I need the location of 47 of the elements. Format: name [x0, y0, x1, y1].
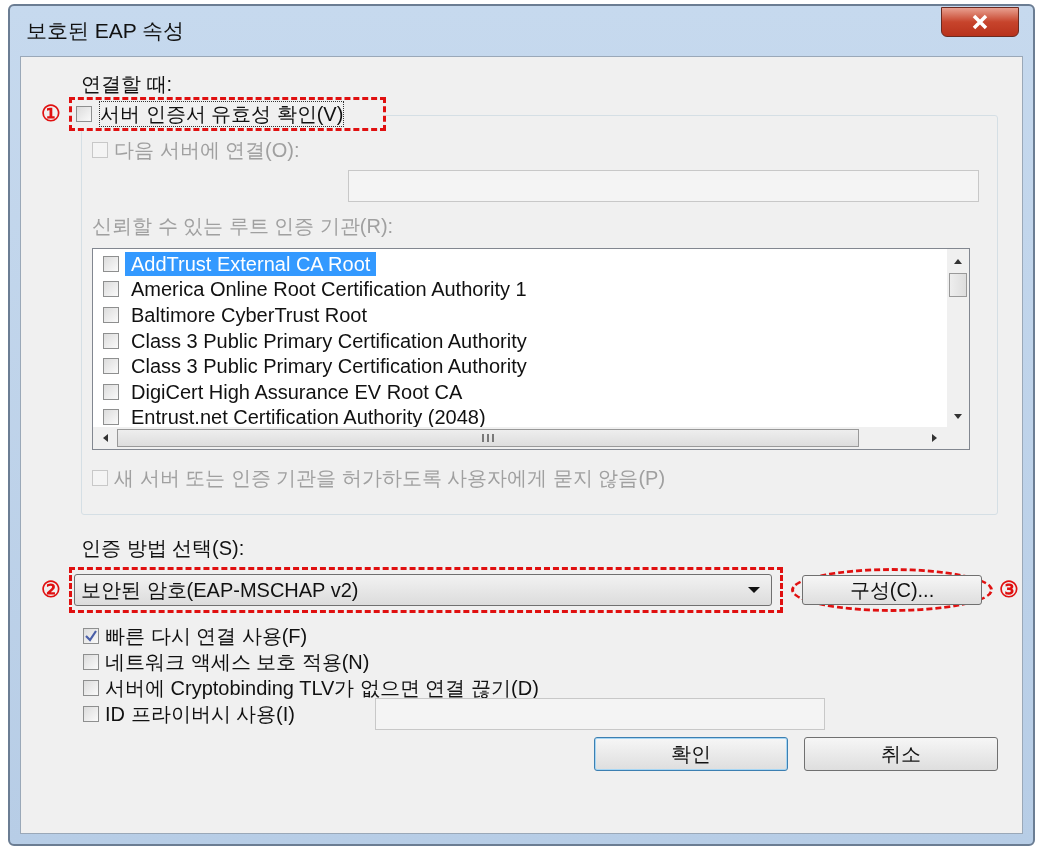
annotation-number: ① — [41, 101, 62, 127]
checkbox[interactable] — [103, 281, 119, 298]
list-item[interactable]: America Online Root Certification Authority 1 — [125, 277, 533, 302]
checkbox[interactable] — [83, 654, 99, 670]
list-item[interactable]: Class 3 Public Primary Certification Authority — [125, 354, 533, 379]
ok-button[interactable]: 확인 — [594, 737, 788, 771]
scroll-up-icon[interactable] — [952, 257, 964, 265]
horizontal-scrollbar[interactable] — [93, 427, 969, 449]
configure-button[interactable]: 구성(C)... — [802, 575, 982, 605]
server-name-field[interactable] — [348, 170, 979, 202]
auth-method-dropdown[interactable]: 보안된 암호(EAP-MSCHAP v2) — [74, 574, 772, 606]
checkbox[interactable] — [103, 409, 119, 426]
scrollbar-thumb[interactable] — [117, 429, 859, 447]
checkbox[interactable] — [103, 255, 119, 272]
checkbox-label[interactable]: 빠른 다시 연결 사용(F) — [105, 624, 308, 648]
grip-icon[interactable] — [480, 433, 496, 443]
checkbox[interactable] — [103, 332, 119, 349]
checkbox[interactable] — [76, 106, 92, 122]
annotation-number: ② — [41, 577, 62, 603]
scroll-down-icon[interactable] — [952, 413, 964, 421]
checkbox[interactable] — [83, 628, 99, 644]
close-button[interactable] — [941, 7, 1019, 37]
scrollbar-thumb[interactable] — [949, 273, 967, 297]
vertical-scrollbar[interactable] — [947, 249, 969, 427]
window-title: 보호된 EAP 속성 — [26, 18, 185, 44]
scroll-left-icon[interactable] — [101, 432, 109, 444]
checkbox-label[interactable]: 네트워크 액세스 보호 적용(N) — [105, 650, 370, 674]
checkbox[interactable] — [83, 680, 99, 696]
field-label: 인증 방법 선택(S): — [81, 536, 246, 561]
checkbox-label[interactable]: 서버에 Cryptobinding TLV가 없으면 연결 끊기(D) — [105, 676, 539, 700]
scroll-right-icon[interactable] — [931, 432, 939, 444]
cancel-button[interactable]: 취소 — [804, 737, 998, 771]
list-item[interactable]: Baltimore CyberTrust Root — [125, 303, 373, 327]
certificate-list[interactable] — [92, 248, 970, 450]
checkbox[interactable] — [103, 307, 119, 323]
list-label: 신뢰할 수 있는 루트 인증 기관(R): — [92, 214, 395, 238]
annotation-number: ③ — [999, 577, 1020, 603]
section-heading: 연결할 때: — [81, 72, 174, 97]
checkbox[interactable] — [83, 706, 99, 722]
identity-field[interactable] — [375, 698, 825, 730]
list-item[interactable]: DigiCert High Assurance EV Root CA — [125, 379, 469, 404]
checkbox-label[interactable]: ID 프라이버시 사용(I) — [105, 702, 295, 726]
list-item[interactable]: Class 3 Public Primary Certification Authority — [125, 328, 533, 353]
checkbox[interactable] — [103, 358, 119, 375]
checkbox[interactable] — [103, 383, 119, 400]
checkbox-label[interactable]: 서버 인증서 유효성 확인(V) — [100, 102, 344, 126]
dropdown-arrow-icon — [747, 586, 761, 594]
